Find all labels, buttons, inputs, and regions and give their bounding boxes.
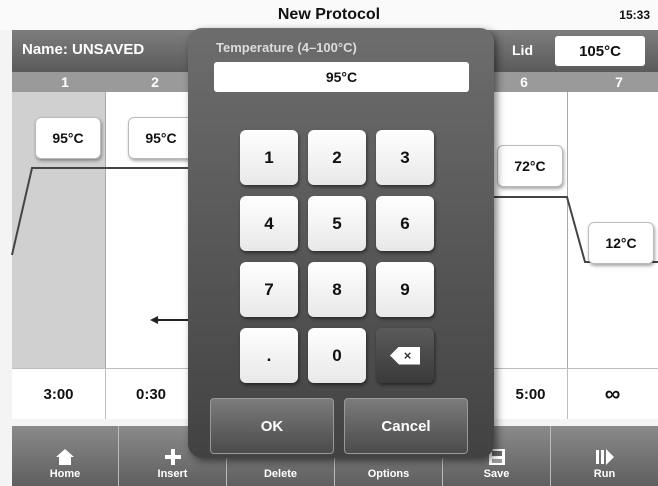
insert-label: Insert bbox=[157, 468, 188, 480]
delete-label: Delete bbox=[263, 468, 298, 480]
key-decimal[interactable]: . bbox=[240, 328, 298, 383]
backspace-button[interactable]: × bbox=[376, 328, 434, 383]
home-button[interactable]: Home bbox=[12, 426, 119, 486]
step-7-temperature[interactable]: 12°C bbox=[588, 222, 654, 264]
step-1-time[interactable]: 3:00 bbox=[12, 369, 106, 419]
key-6[interactable]: 6 bbox=[376, 196, 434, 251]
key-4[interactable]: 4 bbox=[240, 196, 298, 251]
temperature-keypad-dialog: Temperature (4–100°C) 95°C 1 2 3 4 5 6 7… bbox=[188, 28, 494, 458]
options-label: Options bbox=[367, 468, 410, 480]
step-2-temperature[interactable]: 95°C bbox=[128, 117, 194, 159]
step-7-time[interactable]: ∞ bbox=[568, 369, 657, 419]
run-label: Run bbox=[593, 468, 616, 480]
home-label: Home bbox=[49, 468, 81, 480]
play-pause-icon bbox=[595, 449, 614, 465]
keypad-display[interactable]: 95°C bbox=[214, 62, 469, 92]
cancel-button[interactable]: Cancel bbox=[344, 398, 468, 454]
run-button[interactable]: Run bbox=[551, 426, 658, 486]
ok-button[interactable]: OK bbox=[210, 398, 334, 454]
save-label: Save bbox=[483, 468, 510, 480]
key-1[interactable]: 1 bbox=[240, 130, 298, 185]
backspace-icon: × bbox=[390, 346, 420, 365]
plus-icon bbox=[164, 449, 181, 465]
step-6-time[interactable]: 5:00 bbox=[494, 369, 568, 419]
keypad-label: Temperature (4–100°C) bbox=[216, 40, 357, 55]
key-2[interactable]: 2 bbox=[308, 130, 366, 185]
home-icon bbox=[56, 449, 74, 465]
key-5[interactable]: 5 bbox=[308, 196, 366, 251]
key-9[interactable]: 9 bbox=[376, 262, 434, 317]
key-7[interactable]: 7 bbox=[240, 262, 298, 317]
step-2-time[interactable]: 0:30 bbox=[106, 369, 197, 419]
step-6-temperature[interactable]: 72°C bbox=[497, 145, 563, 187]
key-3[interactable]: 3 bbox=[376, 130, 434, 185]
key-8[interactable]: 8 bbox=[308, 262, 366, 317]
key-0[interactable]: 0 bbox=[308, 328, 366, 383]
step-1-temperature[interactable]: 95°C bbox=[35, 117, 101, 159]
